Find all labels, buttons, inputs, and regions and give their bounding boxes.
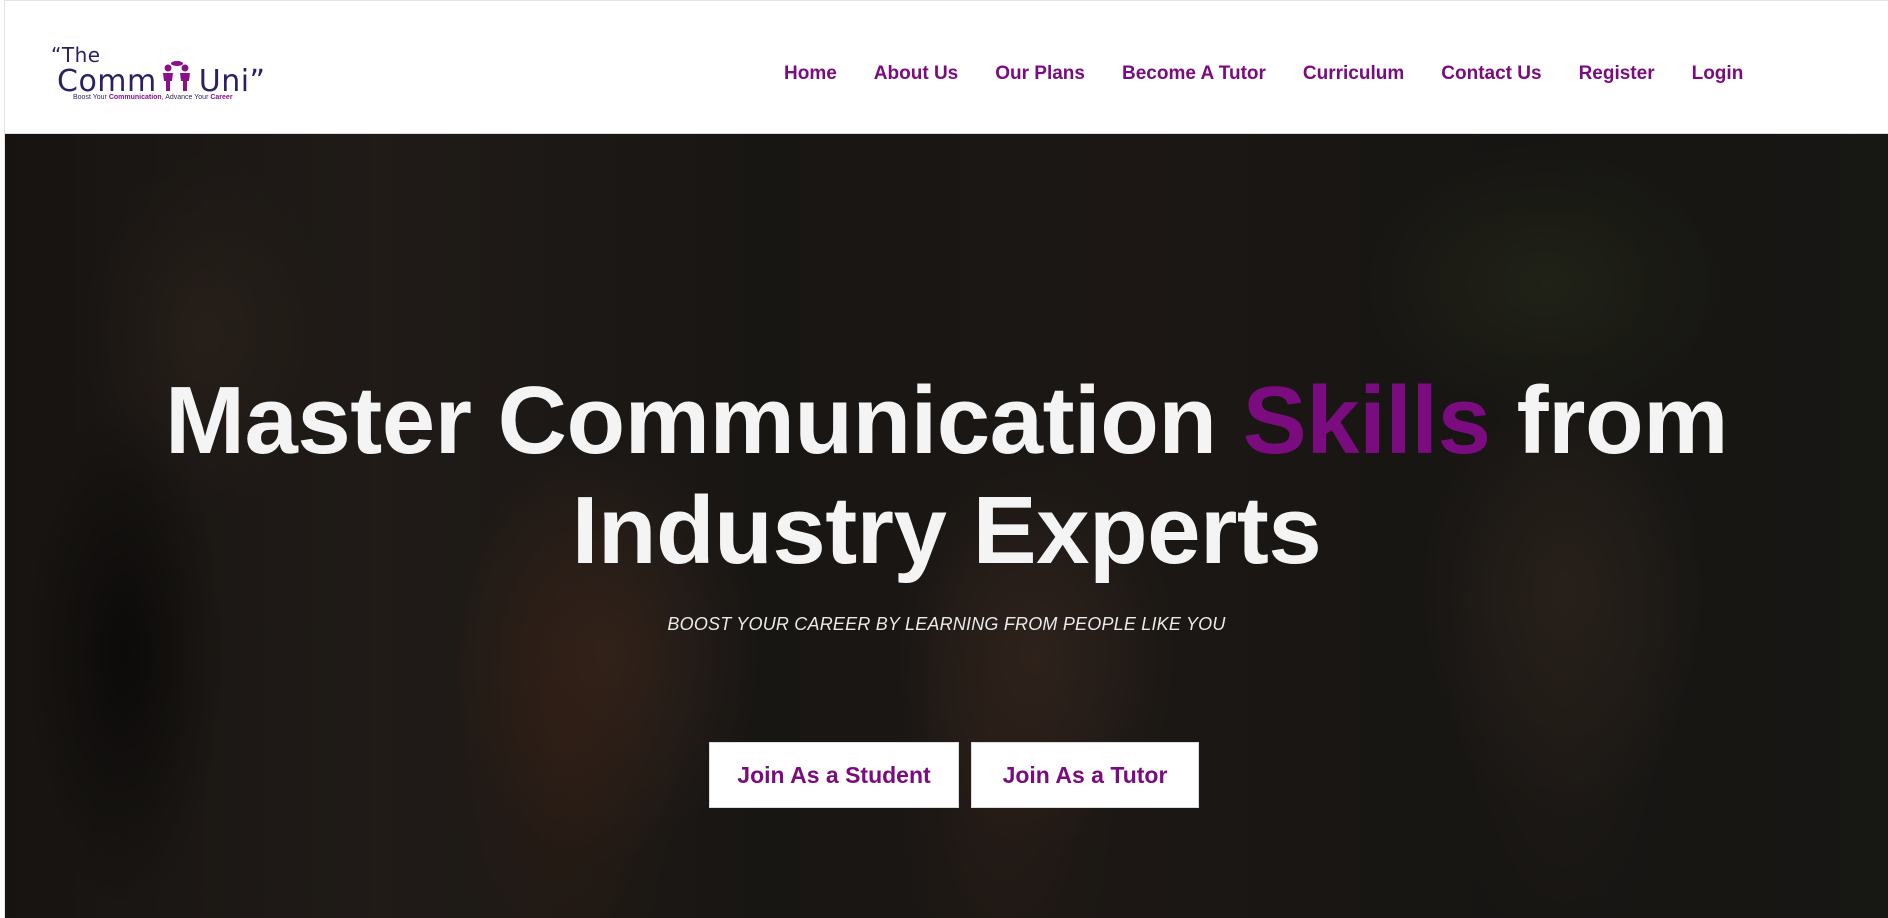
site-header: “The Comm Uni” Boost Your Communication,… [5, 1, 1888, 134]
hero-content: Master Communication Skills from Industr… [5, 134, 1888, 918]
hero-section: Master Communication Skills from Industr… [5, 134, 1888, 918]
tagline-prefix: Boost Your [73, 94, 109, 101]
nav-contact-us[interactable]: Contact Us [1441, 63, 1541, 85]
hero-title-part2: from [1490, 367, 1729, 474]
hero-title-line2: Industry Experts [571, 477, 1322, 584]
site-logo[interactable]: “The Comm Uni” Boost Your Communication,… [51, 43, 265, 105]
join-as-student-button[interactable]: Join As a Student [709, 742, 959, 808]
page-frame: “The Comm Uni” Boost Your Communication,… [4, 0, 1888, 918]
hero-title-part1: Master Communication [165, 367, 1243, 474]
hero-title: Master Communication Skills from Industr… [5, 366, 1888, 586]
tagline-highlight-career: Career [210, 94, 233, 101]
nav-register[interactable]: Register [1579, 63, 1655, 85]
hero-subtitle: BOOST YOUR CAREER BY LEARNING FROM PEOPL… [667, 614, 1226, 634]
nav-about-us[interactable]: About Us [874, 63, 958, 85]
nav-login[interactable]: Login [1692, 63, 1744, 85]
nav-our-plans[interactable]: Our Plans [995, 63, 1085, 85]
tagline-middle: , Advance Your [161, 94, 211, 101]
nav-curriculum[interactable]: Curriculum [1303, 63, 1404, 85]
logo-tagline: Boost Your Communication, Advance Your C… [73, 94, 233, 101]
hero-title-accent: Skills [1242, 367, 1491, 474]
nav-home[interactable]: Home [784, 63, 837, 85]
tagline-highlight-communication: Communication [108, 94, 162, 101]
nav-become-a-tutor[interactable]: Become A Tutor [1122, 63, 1266, 85]
join-as-tutor-button[interactable]: Join As a Tutor [971, 742, 1199, 808]
main-nav: Home About Us Our Plans Become A Tutor C… [784, 63, 1780, 85]
